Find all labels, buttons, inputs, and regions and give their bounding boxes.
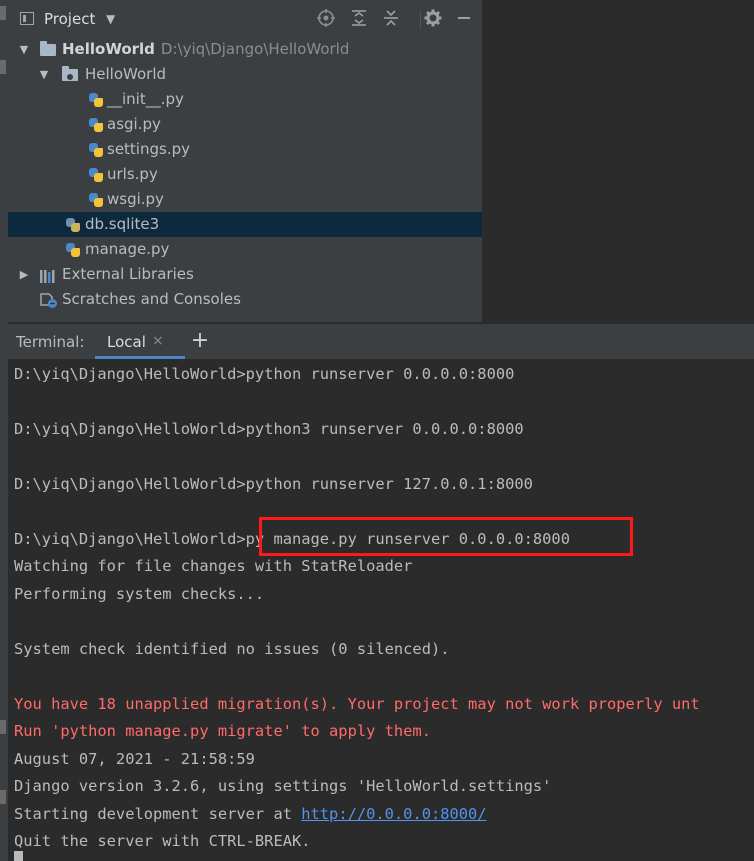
libraries-icon <box>39 267 55 283</box>
terminal-line: Watching for file changes with StatReloa… <box>14 557 413 575</box>
terminal-line: Starting development server at http://0.… <box>14 803 487 825</box>
terminal-tab-bar: Terminal: Local × + <box>8 323 754 359</box>
tool-strip-tab[interactable] <box>0 60 6 74</box>
file-label: __init__.py <box>107 90 184 108</box>
tree-item-root[interactable]: ▼ HelloWorld D:\yiq\Django\HelloWorld <box>8 37 482 62</box>
chevron-down-icon[interactable]: ▼ <box>38 62 50 87</box>
minimize-icon[interactable] <box>454 9 474 29</box>
collapse-all-icon[interactable] <box>381 9 401 29</box>
tab-local[interactable]: Local × <box>95 324 185 359</box>
chevron-down-icon[interactable]: ▼ <box>106 12 115 26</box>
terminal-output[interactable]: D:\yiq\Django\HelloWorld>python runserve… <box>8 359 754 861</box>
toolbar-separator <box>420 11 421 28</box>
tree-item-file[interactable]: settings.py <box>8 137 482 162</box>
scratches-icon <box>39 291 57 308</box>
server-url-link[interactable]: http://0.0.0.0:8000/ <box>301 805 486 823</box>
file-label: settings.py <box>107 140 190 158</box>
close-icon[interactable]: × <box>152 333 164 349</box>
package-folder-icon <box>62 66 78 81</box>
terminal-line: Quit the server with CTRL-BREAK. <box>14 832 311 850</box>
tool-strip-tab[interactable] <box>0 6 6 20</box>
target-icon[interactable] <box>316 9 336 29</box>
file-label: asgi.py <box>107 115 161 133</box>
tool-strip-tab[interactable] <box>0 790 6 804</box>
terminal-line: D:\yiq\Django\HelloWorld>python runserve… <box>14 365 515 383</box>
external-libraries-label: External Libraries <box>62 265 194 283</box>
python-file-icon <box>88 92 104 108</box>
terminal-error-line: You have 18 unapplied migration(s). Your… <box>14 695 700 713</box>
expand-all-icon[interactable] <box>349 9 369 29</box>
project-title[interactable]: Project <box>44 10 95 28</box>
file-label: db.sqlite3 <box>85 215 160 233</box>
tree-item-scratches[interactable]: Scratches and Consoles <box>8 287 482 312</box>
editor-area <box>483 0 754 322</box>
python-file-icon <box>65 242 81 258</box>
python-file-icon <box>88 192 104 208</box>
tree-item-file[interactable]: urls.py <box>8 162 482 187</box>
terminal-line: Performing system checks... <box>14 585 265 603</box>
file-label: urls.py <box>107 165 158 183</box>
python-file-icon <box>88 167 104 183</box>
terminal-line: D:\yiq\Django\HelloWorld>python3 runserv… <box>14 420 524 438</box>
tree-item-file[interactable]: manage.py <box>8 237 482 262</box>
tree-item-file[interactable]: asgi.py <box>8 112 482 137</box>
database-file-icon <box>65 217 81 233</box>
terminal-line: Django version 3.2.6, using settings 'He… <box>14 777 552 795</box>
folder-icon <box>40 41 56 56</box>
package-label: HelloWorld <box>85 65 167 83</box>
project-window-icon <box>20 12 34 25</box>
python-file-icon <box>88 142 104 158</box>
file-label: manage.py <box>85 240 170 258</box>
root-folder-path: D:\yiq\Django\HelloWorld <box>160 40 350 58</box>
tool-strip-tab[interactable] <box>0 720 6 734</box>
add-tab-icon[interactable]: + <box>188 328 212 353</box>
chevron-right-icon[interactable]: ▶ <box>18 262 30 287</box>
project-header: Project ▼ <box>8 0 482 38</box>
command-highlight-box <box>259 517 633 556</box>
scratches-label: Scratches and Consoles <box>62 290 241 308</box>
chevron-down-icon[interactable]: ▼ <box>18 37 30 62</box>
terminal-text: Starting development server at <box>14 805 302 823</box>
tree-item-file[interactable]: wsgi.py <box>8 187 482 212</box>
terminal-line: System check identified no issues (0 sil… <box>14 640 450 658</box>
terminal-line: August 07, 2021 - 21:58:59 <box>14 750 255 768</box>
tree-item-external-libraries[interactable]: ▶ External Libraries <box>8 262 482 287</box>
tab-local-label: Local <box>107 333 146 351</box>
root-folder-label: HelloWorld <box>62 40 155 58</box>
tree-item-package[interactable]: ▼ HelloWorld <box>8 62 482 87</box>
tree-item-file-selected[interactable]: db.sqlite3 <box>8 212 482 237</box>
python-file-icon <box>88 117 104 133</box>
terminal-line: D:\yiq\Django\HelloWorld>python runserve… <box>14 475 533 493</box>
tree-item-file[interactable]: __init__.py <box>8 87 482 112</box>
file-label: wsgi.py <box>107 190 164 208</box>
gear-icon[interactable] <box>423 9 443 29</box>
terminal-label: Terminal: <box>16 333 85 351</box>
project-tool-window: Project ▼ ▼ HelloWorld D:\yiq\Django\Hell… <box>8 0 482 322</box>
terminal-error-line: Run 'python manage.py migrate' to apply … <box>14 722 431 740</box>
terminal-cursor <box>14 851 23 861</box>
